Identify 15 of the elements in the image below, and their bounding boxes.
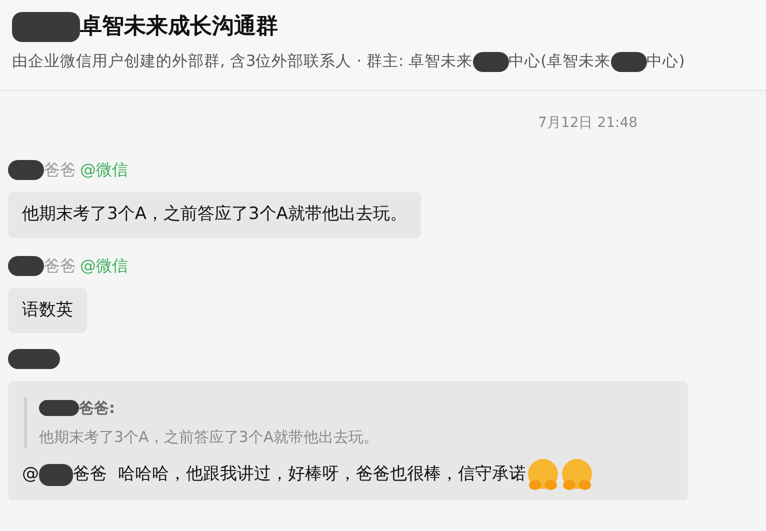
message-text: 他期末考了3个A，之前答应了3个A就带他出去玩。 (22, 203, 407, 226)
timestamp: 7月12日 21:48 (538, 114, 639, 133)
group-subtitle: 中心) (646, 51, 685, 72)
group-subtitle: 由企业微信用户创建的外部群, 含3位外部联系人 · 群主: 卓智未来 (12, 51, 473, 72)
quote-text: 他期末考了3个A，之前答应了3个A就带他出去玩。 (39, 426, 380, 448)
sender-name: 爸爸 (44, 159, 76, 181)
sender-source: @微信 (80, 159, 128, 181)
message-text: @ (22, 463, 39, 486)
message-text: 语数英 (22, 298, 73, 322)
group-subtitle: 中心(卓智未来 (508, 51, 611, 72)
group-title: 卓智未来成长沟通群 (80, 13, 278, 41)
message-text: 爸爸 哈哈哈，他跟我讲过，好棒呀，爸爸也很棒，信守承诺 (73, 463, 526, 486)
quote-author: 爸爸: (79, 398, 115, 419)
sender-name: 爸爸 (44, 254, 76, 276)
sender-source: @微信 (80, 254, 128, 276)
